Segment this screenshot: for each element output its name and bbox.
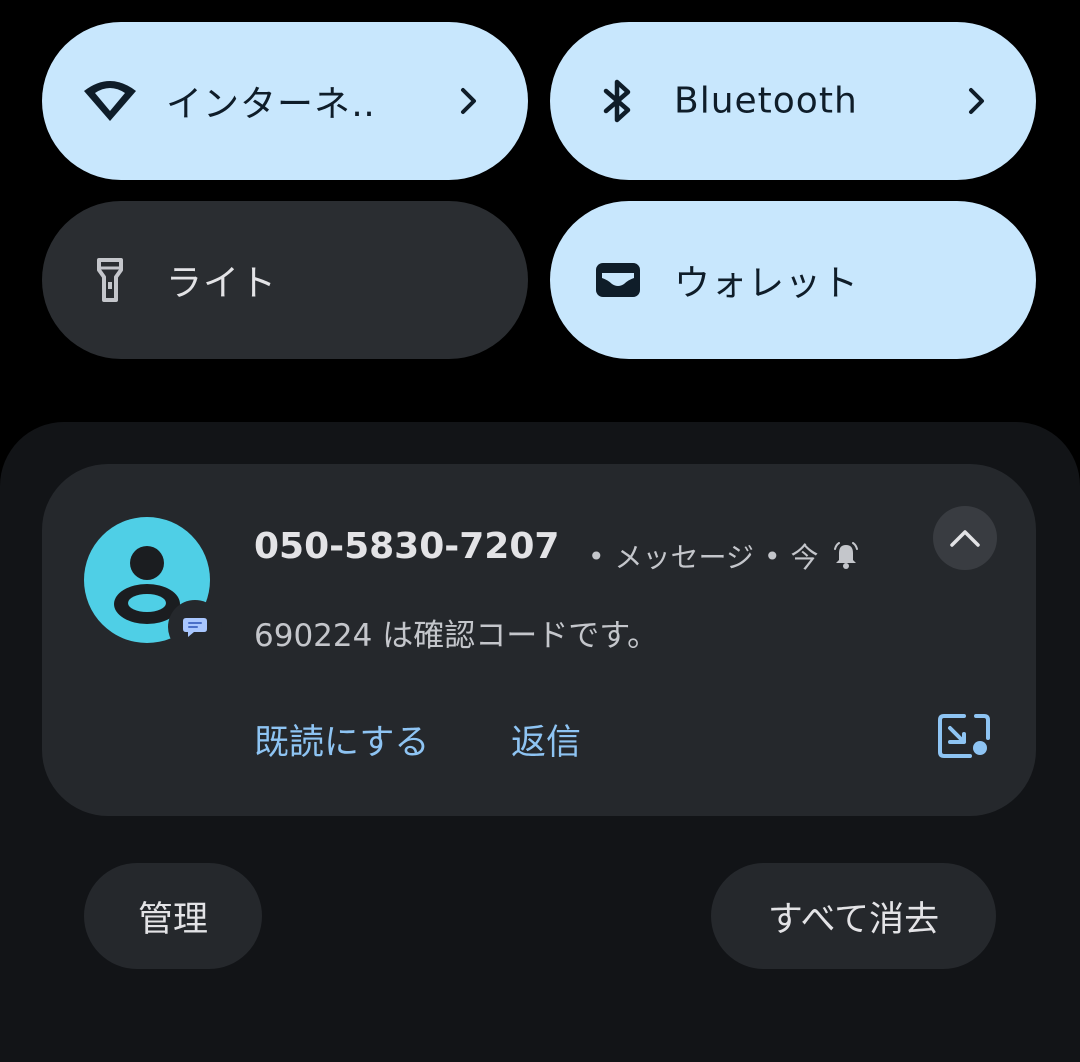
meta-separator: •	[763, 539, 781, 573]
notification-meta: • メッセージ • 今	[578, 536, 859, 576]
meta-separator: •	[588, 539, 605, 573]
notification-app-name: メッセージ	[614, 541, 754, 574]
wifi-icon	[82, 73, 138, 129]
internet-label: インターネ‥	[166, 84, 377, 125]
bluetooth-tile[interactable]: Bluetooth	[550, 22, 1036, 180]
notification-body: 690224 は確認コードです。	[254, 618, 659, 654]
wallet-icon	[590, 252, 646, 308]
internet-tile[interactable]: インターネ‥	[42, 22, 528, 180]
bluetooth-icon	[590, 73, 646, 129]
clear-all-button[interactable]: すべて消去	[711, 863, 996, 969]
bubble-icon[interactable]	[936, 712, 992, 760]
mark-read-button[interactable]: 既読にする	[254, 714, 429, 765]
notification-sender: 050-5830-7207	[254, 526, 560, 567]
collapse-button[interactable]	[933, 506, 997, 570]
bell-icon	[833, 542, 859, 570]
chevron-right-icon[interactable]	[454, 86, 484, 116]
chevron-up-icon	[950, 530, 980, 547]
chevron-right-icon[interactable]	[962, 86, 992, 116]
messages-app-icon	[168, 600, 222, 654]
notification-card[interactable]: 050-5830-7207 • メッセージ • 今 690224 は確認コードで…	[42, 464, 1036, 816]
wallet-label: ウォレット	[674, 263, 860, 304]
manage-button[interactable]: 管理	[84, 863, 262, 969]
flashlight-icon	[82, 252, 138, 308]
reply-button[interactable]: 返信	[511, 714, 581, 765]
flashlight-tile[interactable]: ライト	[42, 201, 528, 359]
flashlight-label: ライト	[166, 263, 278, 304]
wallet-tile[interactable]: ウォレット	[550, 201, 1036, 359]
notification-time: 今	[790, 541, 819, 574]
bluetooth-label: Bluetooth	[674, 80, 858, 122]
